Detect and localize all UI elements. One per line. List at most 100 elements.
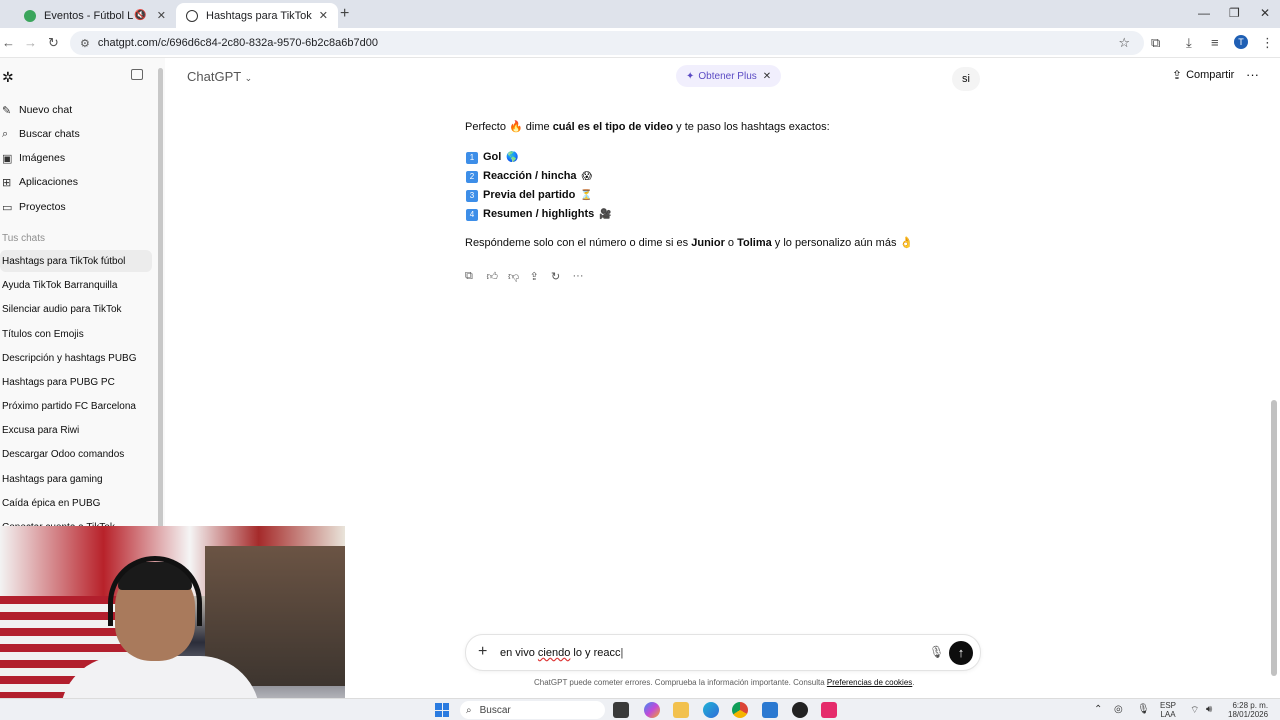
tab-title: Eventos - Fútbol Libre TV xyxy=(44,9,134,22)
wifi-icon[interactable]: ⌔ xyxy=(1190,704,1199,717)
chat-item[interactable]: Próximo partido FC Barcelona xyxy=(0,395,152,417)
language-code: ESP xyxy=(1160,701,1177,710)
chat-item[interactable]: Descripción y hashtags PUBG xyxy=(0,347,152,369)
chat-item[interactable]: Títulos con Emojis xyxy=(0,323,152,345)
file-explorer-icon[interactable] xyxy=(673,702,689,718)
intro-text: y te paso los hashtags exactos: xyxy=(673,121,830,133)
site-info-icon[interactable]: ⚙ xyxy=(80,37,90,50)
sidebar-scrollbar[interactable] xyxy=(158,68,163,548)
restore-icon[interactable]: ❐ xyxy=(1229,6,1240,20)
bookmark-star-icon[interactable]: ☆ xyxy=(1118,35,1130,51)
model-selector[interactable]: ChatGPT ⌄ xyxy=(187,69,252,84)
back-icon[interactable]: ← xyxy=(2,35,15,50)
chevron-up-icon[interactable]: ⌃ xyxy=(1094,704,1102,715)
network-icon[interactable]: ◎ xyxy=(1114,704,1123,715)
sidebar-item-search[interactable]: ⌕ Buscar chats xyxy=(0,123,152,145)
download-icon[interactable]: ⤓ xyxy=(1186,35,1192,51)
url-text: chatgpt.com/c/696d6c84-2c80-832a-9570-6b… xyxy=(97,37,378,49)
chat-item[interactable]: Ayuda TikTok Barranquilla xyxy=(0,274,152,296)
profile-avatar[interactable]: T xyxy=(1234,35,1248,49)
microphone-icon[interactable]: 🎙︎ xyxy=(1137,704,1150,715)
sidebar-item-label: Nuevo chat xyxy=(19,104,73,116)
send-button[interactable]: ↑ xyxy=(949,641,973,665)
reload-icon[interactable]: ↻ xyxy=(48,35,59,51)
thumbs-down-icon[interactable]: 👎︎ xyxy=(508,270,530,283)
forward-icon[interactable]: → xyxy=(24,35,37,50)
sidebar-toggle-icon[interactable] xyxy=(131,69,143,80)
browser-menu-icon[interactable]: ⋮ xyxy=(1261,35,1274,51)
keycap-number: 3 xyxy=(466,189,478,202)
keycap-number: 1 xyxy=(466,151,478,164)
option-emoji: 🎥 xyxy=(599,209,612,220)
sidebar-item-apps[interactable]: ⊞ Aplicaciones xyxy=(0,171,152,193)
chevron-down-icon: ⌄ xyxy=(244,73,253,83)
microphone-icon[interactable]: 🎙︎ xyxy=(929,645,944,659)
upgrade-plus-button[interactable]: ✦ Obtener Plus ✕ xyxy=(676,65,782,87)
reading-list-icon[interactable]: ≡ xyxy=(1211,35,1219,50)
chat-item[interactable]: Descargar Odoo comandos xyxy=(0,443,152,465)
copy-icon[interactable]: ⧉ xyxy=(465,270,487,283)
close-tab-icon[interactable]: ✕ xyxy=(157,9,166,22)
minimize-icon[interactable]: — xyxy=(1198,6,1210,20)
share-icon: ⇪ xyxy=(1172,68,1183,82)
outro-text: o xyxy=(724,237,738,249)
message-actions: ⧉ 👍︎ 👎︎ ⇪ ↻ ··· xyxy=(465,270,594,283)
attach-plus-icon[interactable]: + xyxy=(478,643,487,661)
option-emoji: 🌎 xyxy=(506,152,519,163)
sidebar-item-images[interactable]: ▣ Imágenes xyxy=(0,147,152,169)
tiktok-icon[interactable] xyxy=(821,702,837,718)
chatgpt-logo-icon[interactable]: ✲ xyxy=(2,69,14,86)
chat-item[interactable]: Hashtags para gaming xyxy=(0,468,152,490)
close-window-icon[interactable]: ✕ xyxy=(1260,6,1270,20)
chrome-icon[interactable] xyxy=(732,702,748,718)
speaker-muted-icon[interactable]: 🔇 xyxy=(134,10,146,21)
clock[interactable]: 6:28 p. m. 18/01/2026 xyxy=(1228,701,1268,719)
composer-text: en vivo xyxy=(500,647,538,659)
apps-icon: ⊞ xyxy=(2,176,12,189)
task-view-icon[interactable] xyxy=(613,702,629,718)
sidebar-item-new-chat[interactable]: ✎ Nuevo chat xyxy=(0,99,152,121)
chat-item[interactable]: Hashtags para PUBG PC xyxy=(0,371,152,393)
image-icon: ▣ xyxy=(2,152,13,165)
taskbar-search[interactable]: ⌕ Buscar xyxy=(460,701,605,719)
obs-icon[interactable] xyxy=(792,702,808,718)
sidebar-item-label: Buscar chats xyxy=(19,128,80,140)
share-icon[interactable]: ⇪ xyxy=(530,270,552,283)
user-message: si xyxy=(952,67,980,91)
windows-start-icon[interactable] xyxy=(435,703,449,717)
sidebar-item-projects[interactable]: ▭ Proyectos xyxy=(0,196,152,218)
vscode-icon[interactable] xyxy=(762,702,778,718)
message-composer[interactable]: + en vivo ciendo lo y reacc| 🎙︎ ↑ xyxy=(465,634,981,671)
regenerate-icon[interactable]: ↻ xyxy=(551,270,573,283)
new-tab-button[interactable]: + xyxy=(340,5,349,23)
more-options-icon[interactable]: ··· xyxy=(1246,67,1259,82)
close-icon[interactable]: ✕ xyxy=(763,71,771,82)
chat-item[interactable]: Caída épica en PUBG xyxy=(0,492,152,514)
list-item: 3 Previa del partido ⏳ xyxy=(466,186,612,205)
volume-icon[interactable]: 🔊︎ xyxy=(1206,704,1212,715)
close-tab-icon[interactable]: ✕ xyxy=(319,9,328,22)
composer-input[interactable]: en vivo ciendo lo y reacc| xyxy=(500,647,623,659)
extensions-icon[interactable]: ⧉ xyxy=(1151,35,1160,51)
upgrade-label: Obtener Plus xyxy=(698,70,757,82)
thumbs-up-icon[interactable]: 👍︎ xyxy=(487,270,509,283)
language-indicator[interactable]: ESP LAA xyxy=(1160,701,1176,719)
search-icon: ⌕ xyxy=(466,704,472,716)
share-button[interactable]: ⇪ Compartir xyxy=(1172,68,1234,82)
cookie-preferences-link[interactable]: Preferencias de cookies xyxy=(827,678,912,687)
more-icon[interactable]: ··· xyxy=(573,270,595,283)
webcam-overlay xyxy=(0,526,345,720)
edge-icon[interactable] xyxy=(703,702,719,718)
chat-item[interactable]: Silenciar audio para TikTok xyxy=(0,298,152,320)
chat-item[interactable]: Hashtags para TikTok fútbol xyxy=(0,250,152,272)
keycap-number: 2 xyxy=(466,170,478,183)
copilot-icon[interactable] xyxy=(644,702,660,718)
options-list: 1 Gol 🌎 2 Reacción / hincha 😱 3 Previa d… xyxy=(466,148,612,224)
intro-text: Perfecto 🔥 dime xyxy=(465,121,553,133)
tab-hashtags[interactable]: Hashtags para TikTok fútbol ✕ xyxy=(176,3,338,28)
url-field[interactable]: ⚙ chatgpt.com/c/696d6c84-2c80-832a-9570-… xyxy=(70,31,1144,55)
main-scrollbar[interactable] xyxy=(1271,400,1277,676)
chat-item[interactable]: Excusa para Riwi xyxy=(0,419,152,441)
tab-eventos[interactable]: Eventos - Fútbol Libre TV 🔇 ✕ xyxy=(14,3,176,28)
edit-icon: ✎ xyxy=(2,104,12,117)
